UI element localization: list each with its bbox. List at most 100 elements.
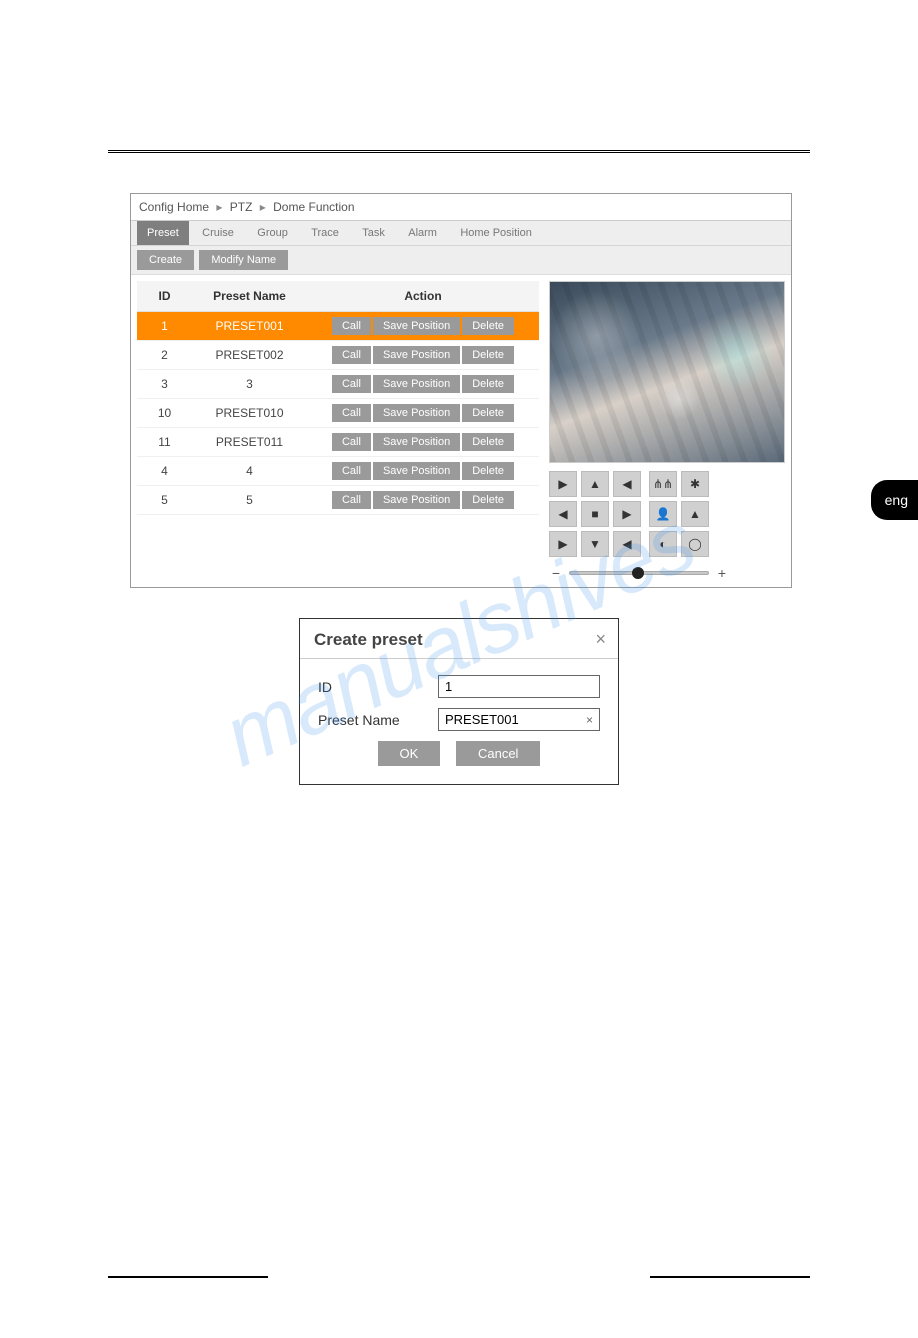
tab-trace[interactable]: Trace (301, 221, 349, 245)
ptz-direction-grid: ▶▲◀◀■▶▶▼◀ (549, 471, 641, 557)
ptz-left-button[interactable]: ◀ (549, 501, 577, 527)
zoom-out-icon[interactable]: ⋔⋔ (649, 471, 677, 497)
save-position-button[interactable]: Save Position (373, 346, 460, 364)
save-position-button[interactable]: Save Position (373, 491, 460, 509)
table-row[interactable]: 55CallSave PositionDelete (137, 486, 539, 515)
save-position-button[interactable]: Save Position (373, 375, 460, 393)
ptz-up-button[interactable]: ▲ (581, 471, 609, 497)
ptz-upright-button[interactable]: ◀ (613, 471, 641, 497)
call-button[interactable]: Call (332, 404, 371, 422)
save-position-button[interactable]: Save Position (373, 462, 460, 480)
tab-task[interactable]: Task (352, 221, 395, 245)
tab-group[interactable]: Group (247, 221, 298, 245)
breadcrumb-sep-icon: ▸ (260, 200, 266, 214)
create-preset-dialog: Create preset × ID 1 Preset Name PRESET0… (299, 618, 619, 785)
ptz-aux-grid: ⋔⋔✱👤▲◐◯ (649, 471, 709, 557)
cell-name: PRESET010 (192, 399, 307, 428)
clear-input-icon[interactable]: × (586, 713, 593, 727)
preset-name-input[interactable]: PRESET001 × (438, 708, 600, 731)
breadcrumb-ptz[interactable]: PTZ (230, 200, 253, 214)
call-button[interactable]: Call (332, 462, 371, 480)
cell-id: 2 (137, 341, 192, 370)
cell-id: 4 (137, 457, 192, 486)
breadcrumb-dome-function[interactable]: Dome Function (273, 200, 354, 214)
tab-preset[interactable]: Preset (137, 221, 189, 245)
table-row[interactable]: 1PRESET001 CallSave PositionDelete (137, 312, 539, 341)
tab-alarm[interactable]: Alarm (398, 221, 447, 245)
ptz-speed-slider[interactable]: − + (549, 565, 729, 581)
preset-name-label: Preset Name (318, 712, 438, 728)
cell-id: 1 (137, 312, 192, 341)
page-top-rule (108, 150, 810, 153)
ptz-stop-button[interactable]: ■ (581, 501, 609, 527)
id-value: 1 (445, 679, 452, 694)
delete-button[interactable]: Delete (462, 404, 514, 422)
col-action: Action (307, 281, 539, 312)
cell-id: 11 (137, 428, 192, 457)
breadcrumb-sep-icon: ▸ (216, 200, 222, 214)
tab-bar: Preset Cruise Group Trace Task Alarm Hom… (131, 221, 791, 246)
delete-button[interactable]: Delete (462, 433, 514, 451)
toolbar: Create Modify Name (131, 246, 791, 275)
video-preview (549, 281, 785, 463)
id-input[interactable]: 1 (438, 675, 600, 698)
ptz-upleft-button[interactable]: ▶ (549, 471, 577, 497)
delete-button[interactable]: Delete (462, 491, 514, 509)
tab-home-position[interactable]: Home Position (450, 221, 542, 245)
delete-button[interactable]: Delete (462, 317, 514, 335)
slider-minus-icon[interactable]: − (549, 565, 563, 581)
cell-name: 3 (192, 370, 307, 399)
col-name: Preset Name (192, 281, 307, 312)
table-row[interactable]: 44 CallSave PositionDelete (137, 457, 539, 486)
tab-cruise[interactable]: Cruise (192, 221, 244, 245)
table-row[interactable]: 2PRESET002 CallSave PositionDelete (137, 341, 539, 370)
table-row[interactable]: 11PRESET011 CallSave PositionDelete (137, 428, 539, 457)
preset-table: ID Preset Name Action 1PRESET001CallSave… (137, 281, 539, 515)
focus-near-icon[interactable]: 👤 (649, 501, 677, 527)
delete-button[interactable]: Delete (462, 346, 514, 364)
delete-button[interactable]: Delete (462, 375, 514, 393)
cell-name: PRESET001 (192, 312, 307, 341)
ptz-down-button[interactable]: ▼ (581, 531, 609, 557)
cell-id: 10 (137, 399, 192, 428)
breadcrumb-config[interactable]: Config Home (139, 200, 209, 214)
call-button[interactable]: Call (332, 375, 371, 393)
ptz-right-button[interactable]: ▶ (613, 501, 641, 527)
zoom-in-icon[interactable]: ✱ (681, 471, 709, 497)
slider-plus-icon[interactable]: + (715, 565, 729, 581)
save-position-button[interactable]: Save Position (373, 433, 460, 451)
ok-button[interactable]: OK (378, 741, 441, 766)
delete-button[interactable]: Delete (462, 462, 514, 480)
cell-id: 3 (137, 370, 192, 399)
cell-name: 4 (192, 457, 307, 486)
ptz-panel: ▶▲◀◀■▶▶▼◀ ⋔⋔✱👤▲◐◯ (549, 471, 785, 557)
cell-name: 5 (192, 486, 307, 515)
call-button[interactable]: Call (332, 491, 371, 509)
ptz-downright-button[interactable]: ◀ (613, 531, 641, 557)
modify-name-button[interactable]: Modify Name (199, 250, 288, 270)
cell-name: PRESET011 (192, 428, 307, 457)
focus-far-icon[interactable]: ▲ (681, 501, 709, 527)
iris-open-icon[interactable]: ◐ (649, 531, 677, 557)
table-row[interactable]: 10PRESET010 CallSave PositionDelete (137, 399, 539, 428)
cancel-button[interactable]: Cancel (456, 741, 540, 766)
call-button[interactable]: Call (332, 346, 371, 364)
preset-name-value: PRESET001 (445, 712, 519, 727)
iris-close-icon[interactable]: ◯ (681, 531, 709, 557)
close-icon[interactable]: × (595, 629, 606, 650)
cell-name: PRESET002 (192, 341, 307, 370)
slider-thumb[interactable] (632, 567, 644, 579)
dialog-title: Create preset (314, 630, 423, 650)
col-id: ID (137, 281, 192, 312)
footer-rules (108, 1276, 810, 1278)
save-position-button[interactable]: Save Position (373, 317, 460, 335)
call-button[interactable]: Call (332, 433, 371, 451)
table-row[interactable]: 33 CallSave PositionDelete (137, 370, 539, 399)
ptz-downleft-button[interactable]: ▶ (549, 531, 577, 557)
create-button[interactable]: Create (137, 250, 194, 270)
config-window: Config Home ▸ PTZ ▸ Dome Function Preset… (130, 193, 792, 588)
save-position-button[interactable]: Save Position (373, 404, 460, 422)
call-button[interactable]: Call (332, 317, 371, 335)
language-tag: eng (871, 480, 918, 520)
slider-track[interactable] (569, 571, 709, 575)
